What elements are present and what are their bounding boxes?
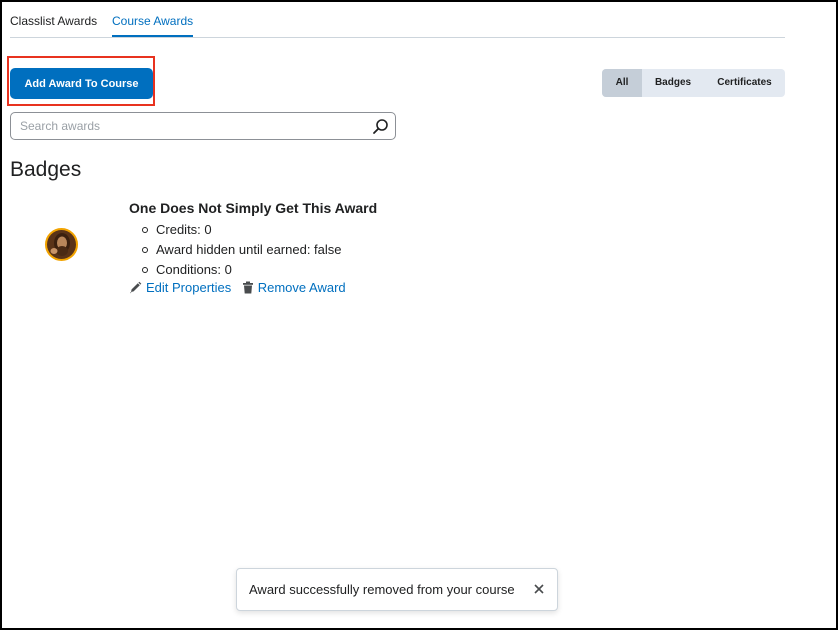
filter-all[interactable]: All	[602, 69, 642, 97]
close-icon[interactable]	[531, 581, 547, 597]
list-item: Credits: 0	[135, 222, 342, 242]
tab-bar: Classlist Awards Course Awards	[10, 2, 785, 38]
list-item: Award hidden until earned: false	[135, 242, 342, 262]
tab-classlist-awards[interactable]: Classlist Awards	[10, 14, 97, 36]
award-type-filter: All Badges Certificates	[602, 69, 785, 97]
search-box	[10, 112, 396, 140]
filter-badges[interactable]: Badges	[642, 69, 704, 97]
toast-message: Award successfully removed from your cou…	[249, 582, 515, 597]
tab-course-awards[interactable]: Course Awards	[112, 14, 194, 37]
award-actions: Edit Properties Remove Award	[129, 280, 352, 298]
filter-certificates[interactable]: Certificates	[704, 69, 785, 97]
remove-award-label: Remove Award	[257, 280, 346, 295]
list-item: Conditions: 0	[135, 262, 342, 282]
section-title: Badges	[10, 158, 82, 181]
award-title: One Does Not Simply Get This Award	[129, 200, 378, 216]
add-award-button[interactable]: Add Award To Course	[10, 68, 153, 99]
edit-properties-link[interactable]: Edit Properties	[129, 280, 231, 295]
award-details-list: Credits: 0 Award hidden until earned: fa…	[135, 222, 342, 282]
search-input[interactable]	[20, 117, 360, 135]
page-frame: Classlist Awards Course Awards Add Award…	[0, 0, 838, 630]
remove-award-link[interactable]: Remove Award	[242, 280, 346, 295]
search-icon[interactable]	[372, 118, 389, 135]
toast-notification: Award successfully removed from your cou…	[236, 568, 558, 611]
edit-properties-label: Edit Properties	[146, 280, 232, 295]
trash-icon	[242, 281, 253, 294]
badge-avatar-icon	[45, 228, 78, 261]
pencil-icon	[130, 281, 142, 294]
